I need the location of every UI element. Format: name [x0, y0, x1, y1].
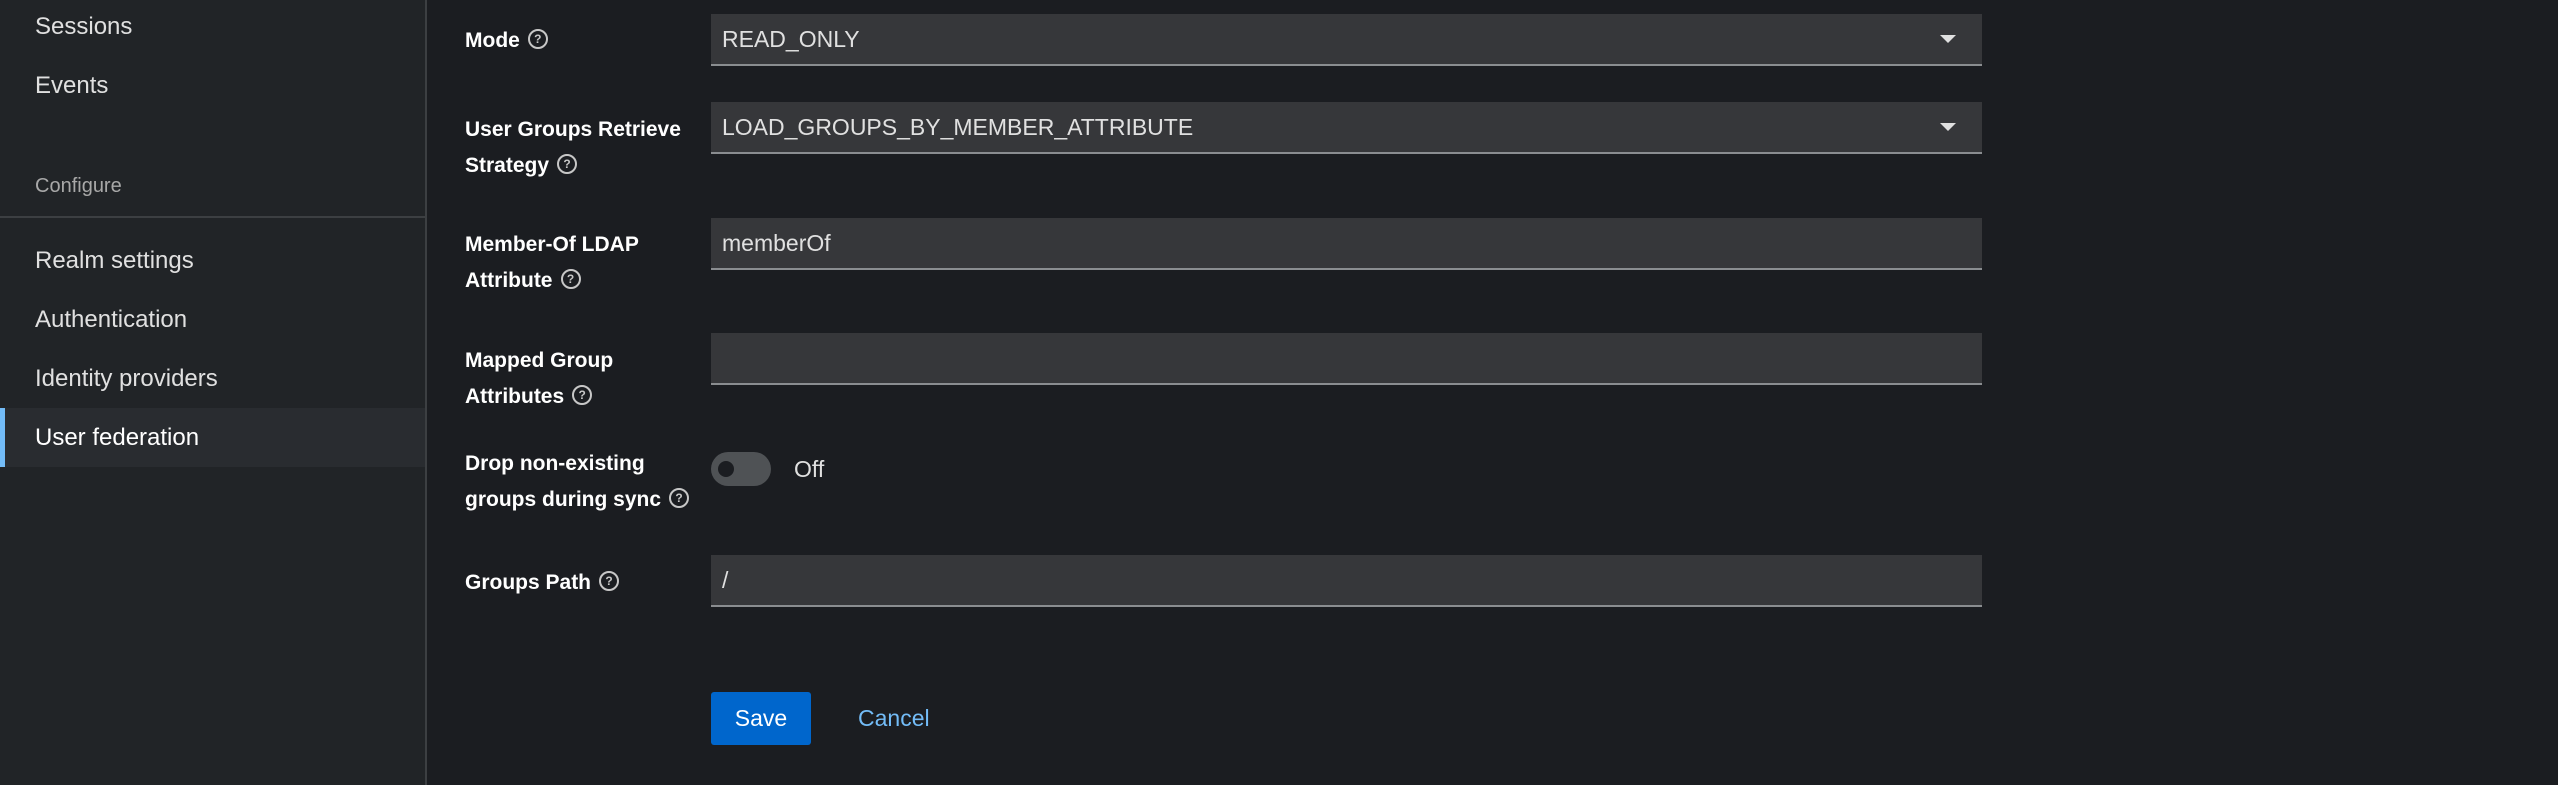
- drop-groups-toggle-state: Off: [794, 456, 825, 482]
- mode-select[interactable]: READ_ONLY: [711, 14, 1982, 66]
- sidebar-item-realm-settings[interactable]: Realm settings: [0, 231, 425, 290]
- caret-down-icon: [1940, 35, 1956, 43]
- sidebar-section-configure: Configure: [35, 175, 122, 197]
- help-icon[interactable]: ?: [527, 29, 548, 50]
- member-of-label-line2-row: Attribute?: [465, 263, 695, 299]
- groups-path-input-value: /: [722, 567, 729, 593]
- drop-groups-label-line1: Drop non-existing: [465, 452, 645, 475]
- sidebar-item-user-federation[interactable]: User federation: [0, 408, 425, 467]
- mapped-attrs-label-line2-row: Attributes?: [465, 379, 695, 415]
- retrieve-strategy-label-line1: User Groups Retrieve: [465, 118, 681, 141]
- drop-groups-label-line2-row: groups during sync?: [465, 482, 695, 518]
- retrieve-strategy-select-value: LOAD_GROUPS_BY_MEMBER_ATTRIBUTE: [722, 114, 1194, 140]
- help-icon[interactable]: ?: [560, 269, 581, 290]
- groups-path-label: Groups Path?: [465, 565, 695, 601]
- member-of-label-line1: Member-Of LDAP: [465, 233, 639, 256]
- mode-label: Mode?: [465, 23, 695, 59]
- drop-groups-label: Drop non-existing groups during sync?: [465, 446, 695, 518]
- mapped-attrs-input[interactable]: [711, 333, 1982, 385]
- mode-label-text: Mode: [465, 29, 520, 52]
- member-of-input-value: memberOf: [722, 230, 831, 256]
- sidebar-item-sessions[interactable]: Sessions: [0, 0, 425, 56]
- sidebar-nav: Sessions Events Configure Realm settings…: [0, 0, 427, 785]
- mapped-attrs-label: Mapped Group Attributes?: [465, 343, 695, 415]
- groups-path-input[interactable]: /: [711, 555, 1982, 607]
- sidebar-divider: [0, 216, 425, 218]
- retrieve-strategy-select[interactable]: LOAD_GROUPS_BY_MEMBER_ATTRIBUTE: [711, 102, 1982, 154]
- member-of-label: Member-Of LDAP Attribute?: [465, 227, 695, 299]
- caret-down-icon: [1940, 123, 1956, 131]
- retrieve-strategy-label: User Groups Retrieve Strategy?: [465, 112, 695, 184]
- retrieve-strategy-label-line2: Strategy: [465, 154, 550, 177]
- drop-groups-toggle[interactable]: [711, 452, 771, 486]
- help-icon[interactable]: ?: [669, 488, 690, 509]
- help-icon[interactable]: ?: [557, 154, 578, 175]
- retrieve-strategy-label-line2-row: Strategy?: [465, 148, 695, 184]
- mapped-attrs-label-line1: Mapped Group: [465, 349, 614, 372]
- cancel-button[interactable]: Cancel: [858, 692, 930, 745]
- mode-select-value: READ_ONLY: [722, 26, 860, 52]
- drop-groups-label-line2: groups during sync: [465, 488, 662, 511]
- help-icon[interactable]: ?: [572, 385, 593, 406]
- sidebar-item-events[interactable]: Events: [0, 56, 425, 115]
- sidebar-item-authentication[interactable]: Authentication: [0, 290, 425, 349]
- member-of-input[interactable]: memberOf: [711, 218, 1982, 270]
- toggle-knob: [718, 461, 734, 477]
- groups-path-label-text: Groups Path: [465, 571, 592, 594]
- help-icon[interactable]: ?: [599, 571, 620, 592]
- member-of-label-line2: Attribute: [465, 269, 553, 292]
- app-root: Sessions Events Configure Realm settings…: [0, 0, 2558, 785]
- save-button[interactable]: Save: [711, 692, 811, 745]
- sidebar-item-identity-providers[interactable]: Identity providers: [0, 349, 425, 408]
- mapped-attrs-label-line2: Attributes: [465, 385, 565, 408]
